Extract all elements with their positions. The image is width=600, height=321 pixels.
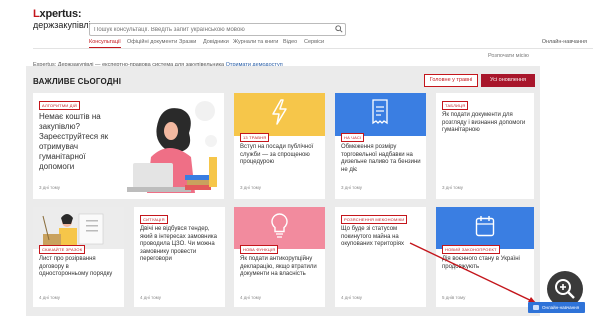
card-title: Двічі не відбувся тендер, який в інтерес… xyxy=(140,226,217,262)
card-image xyxy=(335,93,426,136)
card-tag: НА ЧАСІ xyxy=(341,133,365,142)
news-card[interactable]: СКАЧАЙТЕ ЗРАЗОК Лист про розірвання дого… xyxy=(33,207,124,307)
card-time: 3 дні тому xyxy=(39,185,61,190)
logo-brand: xpertus: xyxy=(39,8,82,20)
card-tag: НОВА ФУНКЦІЯ xyxy=(240,245,279,254)
lightning-icon xyxy=(272,99,287,125)
card-image xyxy=(33,207,124,249)
card-tag: ТАБЛИЦЯ xyxy=(442,101,469,110)
card-title: Дія воєнного стану в Україні продовжують xyxy=(442,256,520,270)
nav-item-consultations[interactable]: Консультації xyxy=(89,39,121,48)
nav-item-official-docs[interactable]: Офіційні документи xyxy=(127,39,177,45)
lightbulb-icon xyxy=(271,213,288,238)
main-in-may-button[interactable]: Головне у травні xyxy=(424,74,478,87)
woman-laptop-illustration xyxy=(127,101,217,193)
news-card[interactable]: 13 ТРАВНЯ Вступ на посади публічної служ… xyxy=(234,93,325,199)
news-card[interactable]: РОЗЯСНЕННЯ МЕКОНОМІКИ Що буде зі статусо… xyxy=(335,207,426,307)
card-title: Як подати антикорупційну декларацію, якщ… xyxy=(240,256,317,277)
card-tag: РОЗЯСНЕННЯ МЕКОНОМІКИ xyxy=(341,215,408,224)
news-card[interactable]: ТАБЛИЦЯ Як подати документи для розгляду… xyxy=(436,93,534,199)
card-tag: 13 ТРАВНЯ xyxy=(240,133,270,142)
card-tag: СИТУАЦІЯ xyxy=(140,215,168,224)
card-title: Лист про розірвання договору в односторо… xyxy=(39,256,113,277)
woman-documents-illustration xyxy=(42,213,104,246)
card-tag: СКАЧАЙТЕ ЗРАЗОК xyxy=(39,245,86,254)
card-title: Немає коштів на закупівлю? Зареєструйтес… xyxy=(39,112,109,171)
news-card[interactable]: НОВА ФУНКЦІЯ Як подати антикорупційну де… xyxy=(234,207,325,307)
main-nav: Консультації Офіційні документи Зразки Д… xyxy=(33,38,593,49)
nav-item-templates[interactable]: Зразки xyxy=(179,39,196,45)
card-title: Що буде зі статусом покинутого майна на … xyxy=(341,226,405,247)
card-image xyxy=(234,207,325,249)
logo-subtitle: держзакупівлі xyxy=(33,20,91,30)
news-card[interactable]: НА ЧАСІ Обмеження розміру торговельної н… xyxy=(335,93,426,199)
card-time: 3 дні тому xyxy=(240,185,262,190)
card-title: Вступ на посади публічної служби — за сп… xyxy=(240,144,314,165)
logo[interactable]: Lxpertus: держзакупівлі xyxy=(33,8,91,31)
news-card[interactable]: НОВИЙ ЗАКОНОПРОЕКТ Дія воєнного стану в … xyxy=(436,207,534,307)
card-title: Обмеження розміру торговельної надбавки … xyxy=(341,144,421,173)
card-tag: АЛГОРИТМИ ДІЙ xyxy=(39,101,81,110)
nav-item-journals[interactable]: Журнали та книги xyxy=(233,39,278,45)
card-time: 5 днів тому xyxy=(442,295,466,300)
search-input[interactable] xyxy=(89,23,346,36)
receipt-icon xyxy=(372,99,388,125)
panel-title: ВАЖЛИВЕ СЬОГОДНІ xyxy=(33,77,122,86)
nav-online-learning[interactable]: Онлайн-навчання xyxy=(542,39,587,45)
nav-item-video[interactable]: Відео xyxy=(283,39,297,45)
card-image xyxy=(436,207,534,249)
nav-item-references[interactable]: Довідники xyxy=(203,39,229,45)
subheader: Expertus: Держзакупівлі — експертно-прав… xyxy=(33,53,593,68)
news-card[interactable]: СИТУАЦІЯ Двічі не відбувся тендер, який … xyxy=(134,207,225,307)
important-today-panel: ВАЖЛИВЕ СЬОГОДНІ Головне у травні Усі он… xyxy=(26,66,540,316)
card-time: 4 дні тому xyxy=(341,295,363,300)
start-mission-link[interactable]: Розпочати місію xyxy=(488,53,529,59)
nav-item-services[interactable]: Сервіси xyxy=(304,39,324,45)
card-time: 3 дні тому xyxy=(341,185,363,190)
calendar-icon xyxy=(475,216,495,237)
card-image xyxy=(234,93,325,136)
header: Lxpertus: держзакупівлі xyxy=(0,0,600,36)
card-time: 4 дні тому xyxy=(240,295,262,300)
all-updates-button[interactable]: Усі оновлення xyxy=(481,74,535,87)
card-title: Як подати документи для розгляду і визна… xyxy=(442,112,526,133)
search-icon[interactable] xyxy=(335,25,343,33)
card-tag: НОВИЙ ЗАКОНОПРОЕКТ xyxy=(442,245,500,254)
news-card[interactable]: АЛГОРИТМИ ДІЙ Немає коштів на закупівлю?… xyxy=(33,93,224,199)
chat-icon xyxy=(533,305,539,310)
card-time: 4 дні тому xyxy=(39,295,61,300)
card-time: 4 дні тому xyxy=(140,295,162,300)
card-time: 3 дні тому xyxy=(442,185,464,190)
